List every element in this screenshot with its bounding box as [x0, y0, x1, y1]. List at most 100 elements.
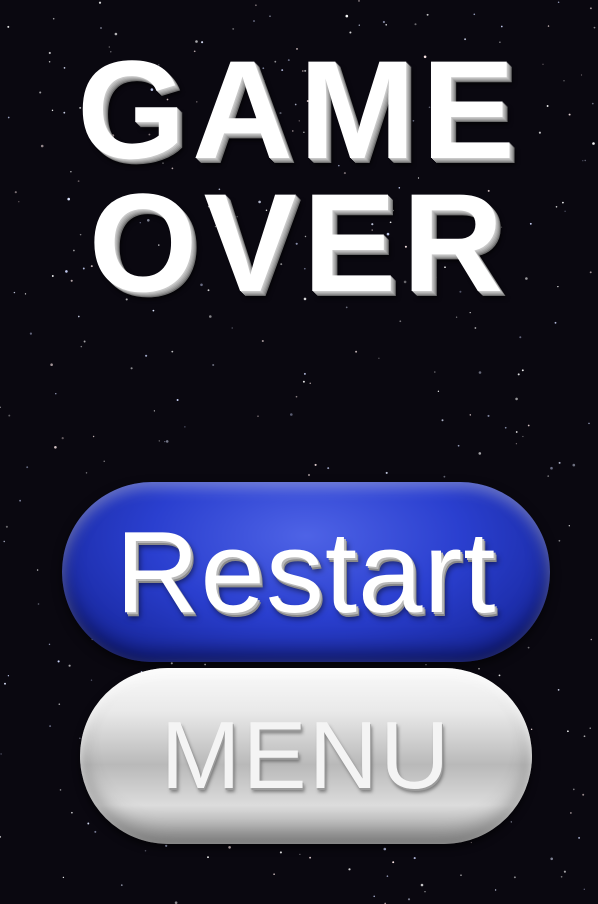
- star: [228, 846, 231, 849]
- star: [120, 884, 123, 886]
- star: [558, 461, 561, 464]
- menu-button[interactable]: MENU: [80, 668, 532, 844]
- star: [567, 730, 569, 733]
- star: [517, 373, 520, 376]
- star: [500, 25, 503, 28]
- game-over-title-line1: GAME: [77, 31, 521, 188]
- star: [90, 679, 93, 681]
- star: [510, 821, 512, 823]
- star: [103, 460, 105, 462]
- star: [527, 424, 530, 427]
- star: [478, 371, 482, 374]
- star: [498, 674, 501, 677]
- restart-button[interactable]: Restart: [62, 482, 550, 662]
- star: [515, 397, 518, 401]
- star: [470, 841, 472, 844]
- star: [207, 856, 209, 859]
- star: [392, 861, 395, 864]
- star: [170, 662, 173, 665]
- star: [572, 463, 576, 467]
- star: [153, 410, 156, 412]
- star: [348, 868, 351, 871]
- star: [257, 415, 259, 417]
- star: [327, 467, 330, 470]
- star: [85, 472, 88, 474]
- star: [290, 413, 293, 416]
- star: [0, 753, 2, 755]
- star: [83, 340, 86, 343]
- star: [255, 4, 257, 7]
- star: [557, 1, 560, 3]
- star: [550, 466, 553, 470]
- star: [7, 25, 10, 28]
- star: [164, 440, 166, 443]
- star: [8, 414, 11, 417]
- star: [425, 663, 427, 666]
- star: [558, 539, 561, 542]
- star: [49, 725, 52, 728]
- star: [92, 435, 95, 438]
- star: [568, 525, 570, 527]
- star: [303, 372, 306, 375]
- star: [309, 856, 312, 859]
- star: [589, 7, 592, 10]
- star: [77, 315, 80, 318]
- star: [176, 399, 179, 401]
- star: [295, 395, 298, 398]
- star: [487, 414, 490, 417]
- star: [386, 875, 389, 877]
- star: [269, 15, 271, 18]
- star: [443, 475, 446, 478]
- star: [165, 844, 168, 847]
- star: [515, 443, 518, 445]
- star: [527, 646, 530, 649]
- star: [469, 414, 472, 416]
- star: [593, 26, 596, 29]
- star: [583, 735, 586, 738]
- star: [382, 20, 385, 24]
- star: [171, 350, 174, 353]
- star: [204, 663, 206, 666]
- star: [358, 24, 360, 26]
- star: [80, 345, 83, 348]
- star: [231, 327, 233, 329]
- star: [52, 17, 55, 20]
- star: [87, 822, 90, 825]
- star: [158, 440, 160, 442]
- star: [48, 643, 51, 646]
- star: [437, 390, 440, 392]
- star: [37, 603, 40, 605]
- star: [307, 473, 311, 477]
- star: [407, 898, 411, 901]
- star: [253, 20, 255, 22]
- star: [560, 875, 563, 878]
- star: [212, 363, 215, 367]
- menu-label: MENU: [160, 702, 452, 809]
- star: [100, 27, 102, 29]
- star: [302, 380, 305, 383]
- star: [61, 437, 64, 440]
- star: [26, 466, 29, 469]
- star: [273, 873, 275, 876]
- star: [309, 382, 311, 384]
- star: [583, 888, 585, 890]
- star: [261, 339, 264, 343]
- star: [29, 332, 32, 335]
- star: [130, 367, 133, 370]
- star: [54, 446, 57, 449]
- star: [373, 895, 376, 898]
- star: [279, 851, 282, 854]
- star: [572, 788, 575, 791]
- star: [36, 569, 39, 571]
- star: [530, 728, 533, 731]
- star: [58, 703, 61, 705]
- star: [355, 350, 358, 353]
- star: [4, 682, 6, 685]
- star: [589, 727, 591, 729]
- star: [184, 426, 186, 428]
- star: [165, 440, 169, 443]
- star: [144, 849, 147, 852]
- star: [420, 883, 424, 887]
- star: [5, 525, 8, 528]
- star: [3, 540, 5, 543]
